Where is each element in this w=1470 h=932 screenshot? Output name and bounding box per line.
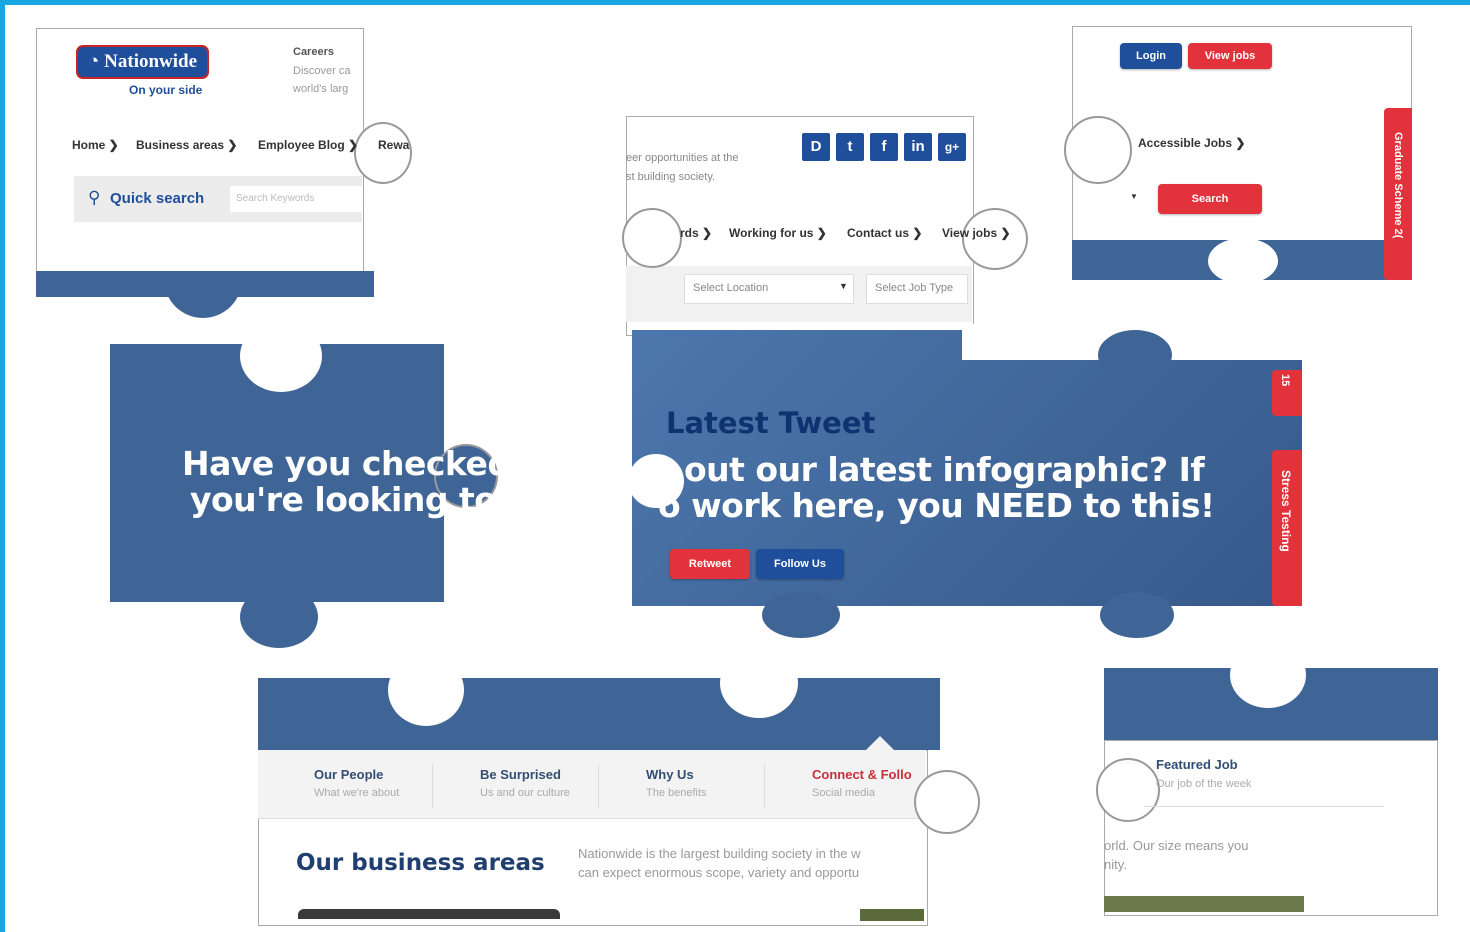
- intro-line-2: st building society.: [626, 171, 716, 183]
- nav-item-employee-blog[interactable]: Employee Blog ❯: [258, 138, 358, 152]
- side-tab-top[interactable]: 15: [1272, 370, 1302, 416]
- follow-us-button[interactable]: Follow Us: [756, 549, 844, 579]
- tweet-line-2: o work here, you NEED to this!: [658, 486, 1215, 525]
- twitter-icon[interactable]: t: [836, 133, 864, 161]
- googleplus-icon[interactable]: g+: [938, 133, 966, 161]
- latest-tweet-heading: Latest Tweet: [666, 406, 876, 440]
- quick-search-label: Quick search: [110, 190, 205, 207]
- logo-icon: ◔: [87, 51, 100, 72]
- business-line-1: Nationwide is the largest building socie…: [578, 846, 861, 861]
- promo-line-1: Have you checked o: [182, 444, 544, 483]
- tab-be-surprised[interactable]: Be Surprised Us and our culture: [448, 764, 599, 808]
- nav-item-working-for-us[interactable]: Working for us ❯: [729, 226, 827, 240]
- nav-item-home[interactable]: Home ❯: [72, 138, 119, 152]
- tab-connect-follow[interactable]: Connect & Follo Social media: [780, 764, 920, 808]
- tweet-line-1: out our latest infographic? If: [684, 450, 1205, 489]
- accessible-jobs-link[interactable]: Accessible Jobs ❯: [1138, 136, 1245, 150]
- featured-image: [1104, 896, 1304, 912]
- puzzle-piece-business: Our People What we're about Be Surprised…: [258, 648, 980, 932]
- tab-our-people[interactable]: Our People What we're about: [282, 764, 433, 808]
- business-areas-heading: Our business areas: [296, 850, 545, 876]
- location-select[interactable]: Select Location ▼: [684, 274, 854, 304]
- puzzle-piece-tweet: Latest Tweet out our latest infographic?…: [628, 324, 1308, 642]
- magnifier-icon: ⚲: [88, 188, 101, 207]
- featured-job-title: Featured Job: [1156, 757, 1238, 772]
- featured-job-sub: Our job of the week: [1156, 778, 1252, 790]
- keyword-search-input[interactable]: Search Keywords: [230, 186, 362, 212]
- quick-search-bar: ⚲ Quick search Search Keywords: [74, 176, 362, 222]
- business-line-2: can expect enormous scope, variety and o…: [578, 865, 860, 880]
- main-nav: Home ❯ Business areas ❯ Employee Blog ❯ …: [72, 138, 412, 158]
- tagline: On your side: [129, 83, 203, 97]
- job-type-select[interactable]: Select Job Type: [866, 274, 968, 304]
- dribbble-icon[interactable]: D: [802, 133, 830, 161]
- business-image: [298, 909, 560, 919]
- search-button[interactable]: Search: [1158, 184, 1262, 214]
- business-image-2: [860, 909, 924, 921]
- nav-item-business-areas[interactable]: Business areas ❯: [136, 138, 237, 152]
- featured-line-2: nity.: [1104, 857, 1127, 872]
- nav-item-rewards[interactable]: rds ❯: [680, 226, 712, 240]
- puzzle-piece-center-top: eer opportunities at the st building soc…: [622, 116, 1028, 336]
- facebook-icon[interactable]: f: [870, 133, 898, 161]
- divider: [1144, 806, 1384, 807]
- careers-line-1: Discover ca: [293, 65, 351, 77]
- dropdown-arrow-icon: ▼: [1130, 192, 1138, 201]
- dropdown-arrow-icon: ▼: [839, 281, 848, 291]
- login-button[interactable]: Login: [1120, 43, 1182, 69]
- retweet-button[interactable]: Retweet: [670, 549, 750, 579]
- nav-item-contact-us[interactable]: Contact us ❯: [847, 226, 922, 240]
- puzzle-piece-header: ◔ Nationwide On your side Careers Discov…: [36, 28, 416, 318]
- puzzle-piece-featured: Featured Job Our job of the week orld. O…: [1096, 642, 1440, 918]
- tab-why-us[interactable]: Why Us The benefits: [614, 764, 765, 808]
- featured-line-1: orld. Our size means you: [1104, 838, 1249, 853]
- intro-line-1: eer opportunities at the: [626, 152, 739, 164]
- careers-line-2: world's larg: [293, 83, 349, 95]
- linkedin-icon[interactable]: in: [904, 133, 932, 161]
- promo-line-2: you're looking to w: [190, 480, 538, 519]
- stress-testing-tab[interactable]: Stress Testing: [1272, 450, 1302, 606]
- active-tab-pointer: [866, 736, 894, 750]
- puzzle-piece-promo: Have you checked o you're looking to w: [110, 320, 544, 652]
- careers-title: Careers: [293, 46, 334, 58]
- view-jobs-button[interactable]: View jobs: [1188, 43, 1272, 69]
- graduate-scheme-tab[interactable]: Graduate Scheme 2(: [1384, 108, 1412, 280]
- nav-item-rewards[interactable]: Rewa: [378, 138, 409, 152]
- logo-text: Nationwide: [104, 51, 198, 72]
- puzzle-piece-top-right: Login View jobs Accessible Jobs ❯ ▼ Sear…: [1064, 26, 1414, 284]
- nationwide-logo[interactable]: ◔ Nationwide: [76, 45, 209, 79]
- nav-item-view-jobs[interactable]: View jobs ❯: [942, 226, 1011, 240]
